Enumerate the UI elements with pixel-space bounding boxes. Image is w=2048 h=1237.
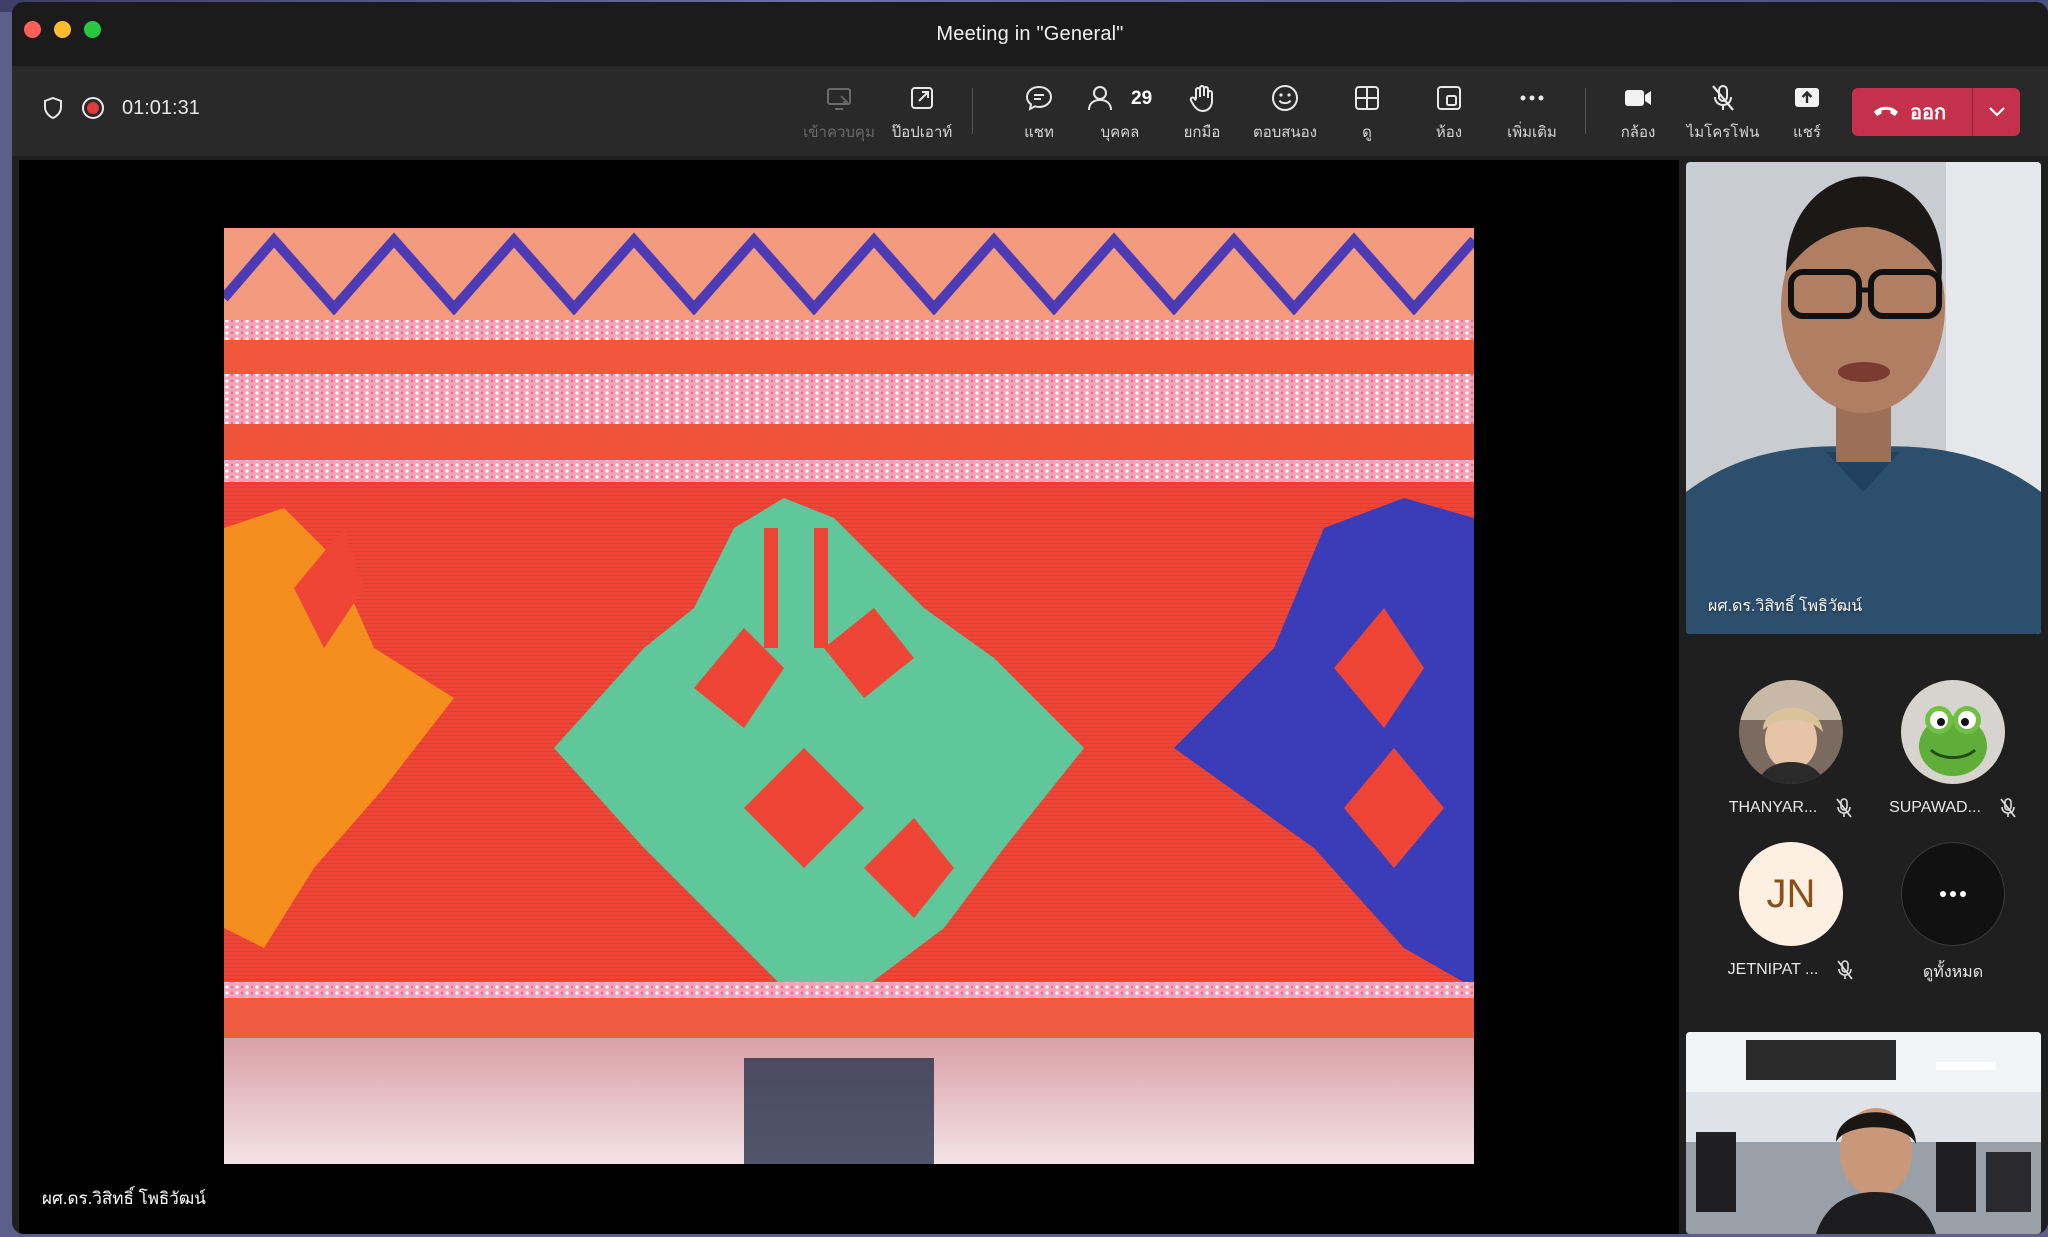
speaker-name: ผศ.ดร.วิสิทธิ์ โพธิวัฒน์ xyxy=(1708,598,1863,615)
meeting-timer: 01:01:31 xyxy=(122,96,200,119)
more-icon xyxy=(1520,95,1544,101)
participant-video[interactable] xyxy=(1686,1032,2041,1234)
participant-tile[interactable]: THANYAR... xyxy=(1716,680,1866,818)
popout-icon xyxy=(911,87,933,109)
participants-panel: ผศ.ดร.วิสิทธิ์ โพธิวัฒน์ THANYAR... SUPA… xyxy=(1686,160,2048,1234)
react-label: ตอบสนอง xyxy=(1252,124,1317,141)
raise-hand-button[interactable]: ยกมือ xyxy=(1157,82,1247,144)
participant-avatar xyxy=(1739,680,1843,784)
more-icon xyxy=(1940,891,1966,897)
camera-button[interactable]: กล้อง xyxy=(1593,82,1683,144)
chat-icon xyxy=(1025,85,1053,111)
view-button[interactable]: ดู xyxy=(1322,82,1412,144)
chat-button[interactable]: แชท xyxy=(994,82,1084,144)
people-icon xyxy=(1088,86,1112,111)
more-label: เพิ่มเติม xyxy=(1507,124,1557,141)
leave-options-button[interactable] xyxy=(1973,88,2020,136)
microphone-button[interactable]: ไมโครโฟน xyxy=(1678,82,1768,144)
chat-label: แชท xyxy=(1024,124,1054,141)
view-label: ดู xyxy=(1362,124,1372,141)
minimize-window-button[interactable] xyxy=(54,21,71,38)
maximize-window-button[interactable] xyxy=(84,21,101,38)
woven-textile-image xyxy=(224,228,1474,1164)
close-window-button[interactable] xyxy=(24,21,41,38)
raise-hand-label: ยกมือ xyxy=(1183,124,1221,141)
microphone-muted-icon xyxy=(2000,798,2016,818)
react-button[interactable]: ตอบสนอง xyxy=(1240,82,1330,144)
participant-photo xyxy=(1739,680,1843,784)
meeting-toolbar: 01:01:31 เข้าควบคุม ป๊อปเอาท์ แชท 29 บุค… xyxy=(12,66,2048,156)
participant-count: 29 xyxy=(1131,88,1153,109)
participant-info: THANYAR... xyxy=(1729,798,1854,818)
toolbar-divider xyxy=(972,88,973,134)
people-label: บุคคล xyxy=(1100,124,1140,141)
more-participants-avatar xyxy=(1901,842,2005,946)
chevron-down-icon xyxy=(1988,107,2005,117)
toolbar-divider xyxy=(1585,88,1586,134)
participant-tile[interactable]: JN JETNIPAT ... xyxy=(1716,842,1866,980)
microphone-muted-icon xyxy=(1836,798,1853,818)
hang-up-icon xyxy=(1874,106,1898,116)
microphone-muted-icon xyxy=(1837,960,1854,980)
grid-view-icon xyxy=(1355,86,1379,110)
participant-name: JETNIPAT ... xyxy=(1727,961,1819,978)
leave-label: ออก xyxy=(1910,102,1947,124)
share-screen-icon xyxy=(1795,88,1819,107)
participant-video-image xyxy=(1686,1032,2041,1234)
people-button[interactable]: 29 บุคคล xyxy=(1075,82,1165,144)
take-control-icon xyxy=(827,88,851,110)
participant-photo xyxy=(1901,680,2005,784)
popout-button[interactable]: ป๊อปเอาท์ xyxy=(877,82,967,144)
title-bar: Meeting in "General" xyxy=(12,2,2048,66)
share-label: แชร์ xyxy=(1793,124,1821,141)
breakout-rooms-icon xyxy=(1437,86,1461,110)
shared-screen-image xyxy=(224,228,1474,1164)
take-control-button[interactable]: เข้าควบคุม xyxy=(794,82,884,144)
view-all-participants-button[interactable]: ดูทั้งหมด xyxy=(1878,842,2028,985)
window-controls xyxy=(24,21,101,38)
participant-initials-avatar: JN xyxy=(1739,842,1843,946)
view-all-label: ดูทั้งหมด xyxy=(1922,964,1984,981)
active-speaker-video[interactable]: ผศ.ดร.วิสิทธิ์ โพธิวัฒน์ xyxy=(1686,162,2041,634)
presenter-name: ผศ.ดร.วิสิทธิ์ โพธิวัฒน์ xyxy=(42,1189,206,1208)
participant-name: SUPAWAD... xyxy=(1889,799,1981,816)
speaker-video-image xyxy=(1686,162,2041,634)
meeting-status: 01:01:31 xyxy=(42,96,200,120)
raise-hand-icon xyxy=(1189,85,1213,112)
microphone-label: ไมโครโฟน xyxy=(1686,124,1760,141)
smiley-icon xyxy=(1272,85,1298,111)
recording-indicator-icon xyxy=(82,97,104,119)
window-title: Meeting in "General" xyxy=(936,22,1124,45)
leave-button[interactable]: ออก xyxy=(1852,88,1972,136)
participant-tile[interactable]: SUPAWAD... xyxy=(1878,680,2028,818)
shield-icon[interactable] xyxy=(42,96,64,120)
participant-avatar xyxy=(1901,680,2005,784)
microphone-muted-icon xyxy=(1712,85,1734,111)
take-control-label: เข้าควบคุม xyxy=(803,124,875,141)
participant-info: SUPAWAD... xyxy=(1889,798,2017,818)
meeting-window: Meeting in "General" 01:01:31 เข้าควบคุม… xyxy=(12,2,2048,1234)
more-button[interactable]: เพิ่มเติม xyxy=(1487,82,1577,144)
participant-info: ดูทั้งหมด xyxy=(1923,960,1983,985)
share-button[interactable]: แชร์ xyxy=(1762,82,1852,144)
camera-icon xyxy=(1625,90,1651,106)
participant-name: THANYAR... xyxy=(1728,799,1818,816)
leave-button-group: ออก xyxy=(1852,88,2020,136)
rooms-label: ห้อง xyxy=(1435,124,1463,141)
participant-info: JETNIPAT ... xyxy=(1728,960,1855,980)
camera-label: กล้อง xyxy=(1620,124,1656,141)
shared-content-stage: ผศ.ดร.วิสิทธิ์ โพธิวัฒน์ xyxy=(19,160,1679,1234)
rooms-button[interactable]: ห้อง xyxy=(1404,82,1494,144)
popout-label: ป๊อปเอาท์ xyxy=(891,124,953,141)
